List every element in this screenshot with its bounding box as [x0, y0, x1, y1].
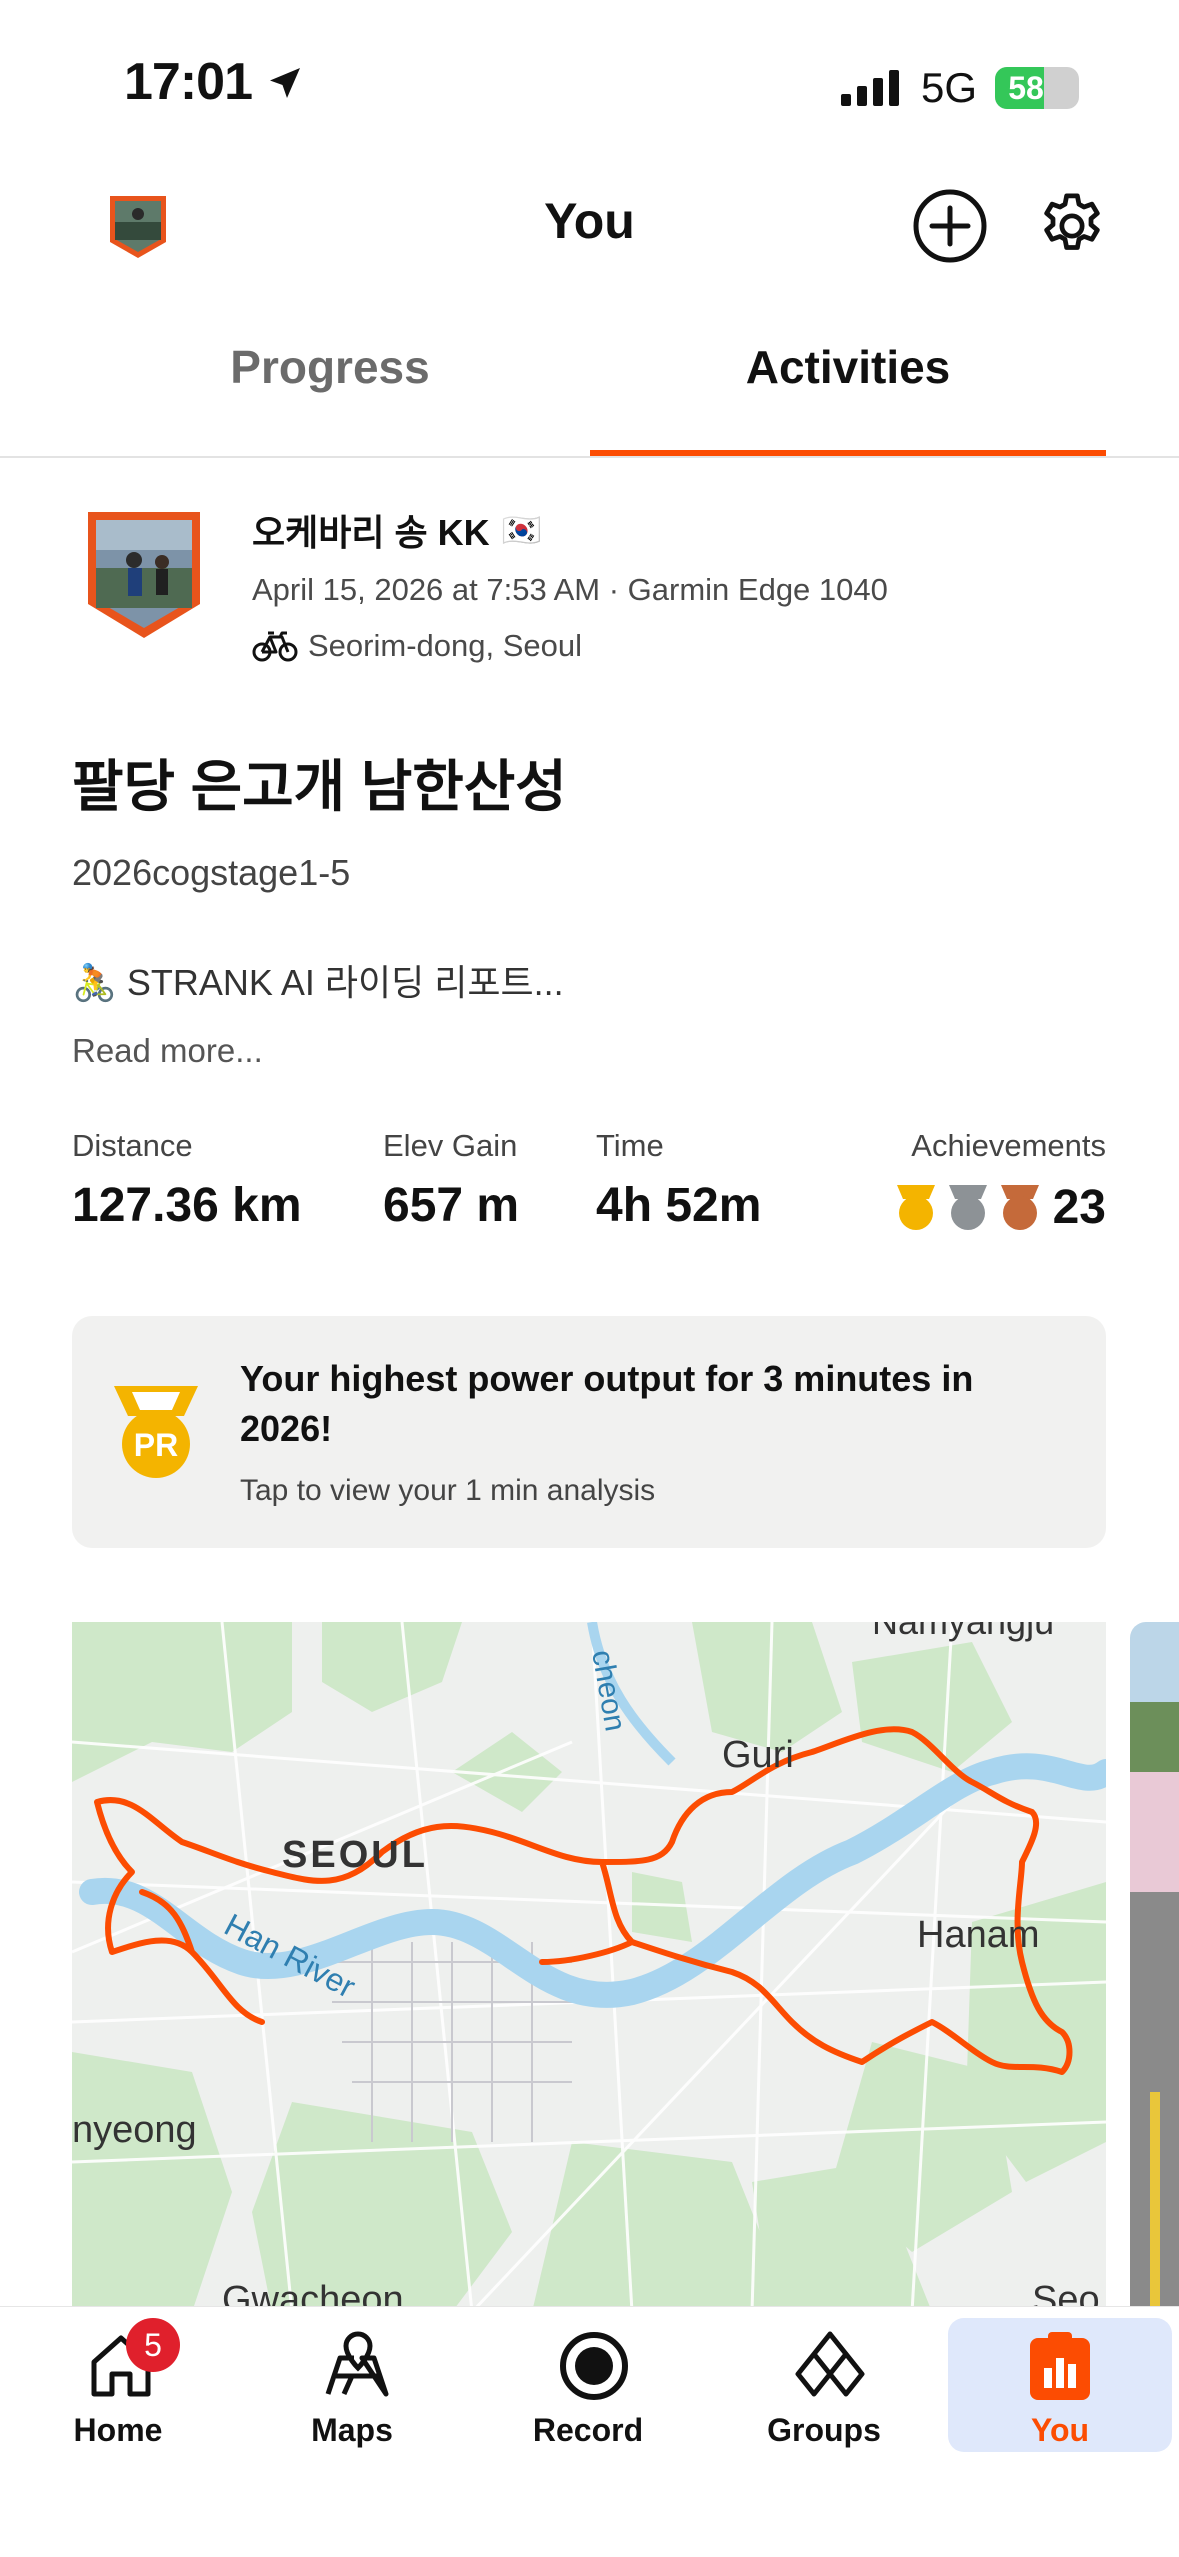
- activity-description: 🚴 STRANK AI 라이딩 리포트...: [72, 962, 564, 1003]
- map-icon: [325, 2331, 389, 2397]
- activity-location-row: Seorim-dong, Seoul: [252, 628, 582, 664]
- groups-icon: [795, 2331, 865, 2397]
- athlete-avatar[interactable]: [84, 508, 204, 647]
- gold-medal-icon: [896, 1184, 935, 1230]
- time-value: 4h 52m: [596, 1179, 762, 1232]
- activity-date-device: April 15, 2026 at 7:53 AM · Garmin Edge …: [252, 572, 888, 607]
- active-tab-indicator: [590, 450, 1106, 456]
- map-label-hanam: Hanam: [917, 1914, 1040, 1956]
- signal-icon: [840, 70, 899, 106]
- network-type: 5G: [920, 64, 977, 111]
- nav-home[interactable]: 5 Home: [8, 2318, 228, 2452]
- tab-divider: [0, 456, 1179, 458]
- gear-icon: [1044, 193, 1100, 250]
- battery-level: 58: [1008, 70, 1044, 106]
- athlete-name[interactable]: 오케바리 송 KK 🇰🇷: [252, 504, 541, 556]
- plus-circle-icon: [913, 189, 987, 263]
- nav-maps[interactable]: Maps: [242, 2318, 462, 2452]
- map-label-namyangju: Namyangju: [872, 1622, 1054, 1642]
- time-label: Time: [596, 1128, 664, 1163]
- activity-location: Seorim-dong, Seoul: [308, 628, 582, 663]
- pr-title: Your highest power output for 3 minutes …: [240, 1358, 974, 1449]
- location-arrow-icon: [270, 68, 301, 98]
- map-label-seoul: SEOUL: [282, 1834, 428, 1876]
- map-label-gwangmyeong: nyeong: [72, 2109, 197, 2151]
- map-label-jungnangcheon: cheon: [585, 1647, 632, 1733]
- nav-maps-label: Maps: [311, 2412, 393, 2448]
- home-notification-badge: 5: [126, 2318, 180, 2372]
- bronze-medal-icon: [1000, 1184, 1039, 1230]
- pr-badge-text: PR: [134, 1427, 178, 1463]
- activity-photo-thumbnail[interactable]: [1130, 1622, 1179, 2312]
- nav-record-label: Record: [532, 2412, 644, 2448]
- nav-you-label: You: [1030, 2412, 1090, 2448]
- route-map[interactable]: SEOUL Guri Hanam nyeong Namyangju Gwache…: [72, 1622, 1106, 2312]
- activity-title[interactable]: 팔당 은고개 남한산성: [72, 742, 567, 823]
- country-flag: 🇰🇷: [501, 512, 542, 548]
- settings-button[interactable]: [1034, 188, 1110, 269]
- tab-progress[interactable]: Progress: [70, 340, 590, 394]
- status-indicators: 5G 58: [840, 64, 1079, 112]
- achievements-value: 23: [1052, 1181, 1106, 1234]
- achievements-row[interactable]: 23: [893, 1180, 1106, 1235]
- record-icon: [560, 2332, 628, 2400]
- nav-record[interactable]: Record: [478, 2318, 698, 2452]
- achievements-label: Achievements: [911, 1128, 1106, 1163]
- nav-home-label: Home: [73, 2412, 163, 2448]
- battery-icon: 58: [995, 67, 1079, 109]
- silver-medal-icon: [948, 1184, 987, 1230]
- pr-subtitle: Tap to view your 1 min analysis: [240, 1474, 656, 1507]
- nav-groups[interactable]: Groups: [714, 2318, 934, 2452]
- read-more-link[interactable]: Read more...: [72, 1032, 263, 1070]
- elev-gain-label: Elev Gain: [383, 1128, 518, 1163]
- page-title: You: [544, 193, 635, 249]
- tab-activities[interactable]: Activities: [588, 340, 1108, 394]
- map-label-guri: Guri: [722, 1734, 794, 1776]
- distance-value: 127.36 km: [72, 1179, 302, 1232]
- add-button[interactable]: [912, 188, 988, 269]
- you-clipboard-icon: [1030, 2332, 1090, 2400]
- status-time: 17:01: [124, 52, 305, 112]
- activity-tag: 2026cogstage1-5: [72, 852, 351, 893]
- pr-medal-icon: PR: [108, 1382, 204, 1487]
- nav-groups-label: Groups: [767, 2412, 881, 2448]
- nav-you[interactable]: You: [948, 2318, 1172, 2452]
- distance-label: Distance: [72, 1128, 193, 1163]
- bike-icon: [252, 631, 298, 662]
- elev-gain-value: 657 m: [383, 1179, 520, 1232]
